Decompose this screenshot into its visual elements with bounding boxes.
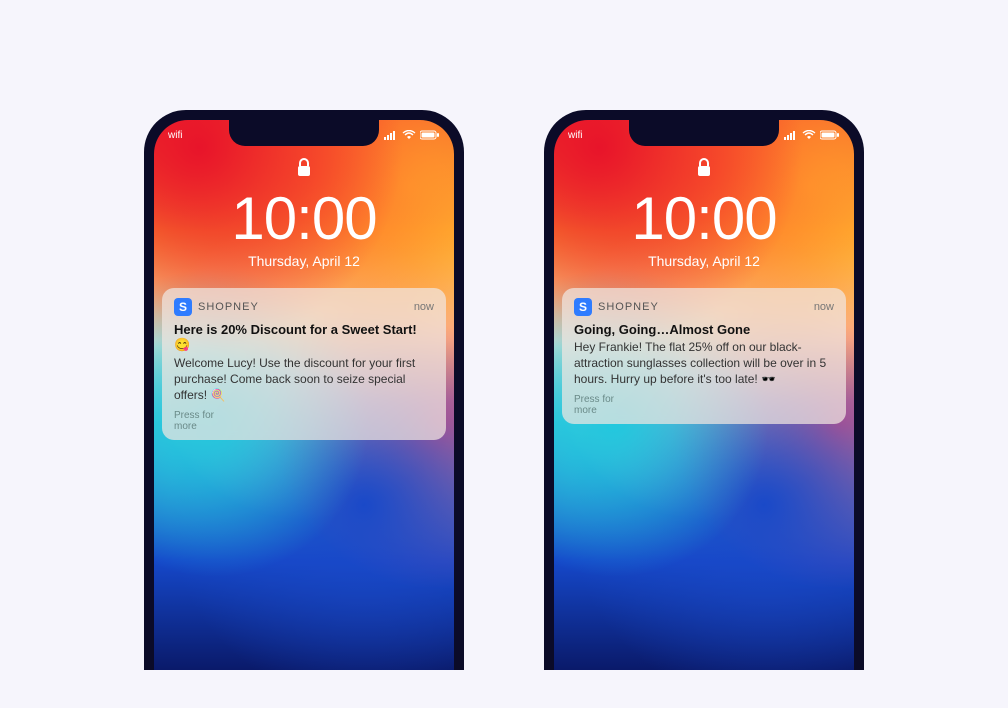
- carrier-label: wifi: [568, 130, 582, 141]
- app-name: SHOPNEY: [198, 301, 408, 313]
- wifi-icon: [802, 130, 816, 140]
- phone-notch: [229, 120, 379, 146]
- app-icon: S: [574, 298, 592, 316]
- press-for-more[interactable]: Press for more: [174, 410, 224, 432]
- app-icon: S: [174, 298, 192, 316]
- notification-title: Here is 20% Discount for a Sweet Start! …: [174, 322, 434, 353]
- lockscreen-date: Thursday, April 12: [648, 253, 760, 269]
- lockscreen: 10:00 Thursday, April 12: [154, 158, 454, 269]
- signal-icon: [384, 130, 398, 140]
- phone-screen: wifi 10:00 Thursda: [154, 120, 454, 670]
- phone-screen: wifi 10:00 Thursda: [554, 120, 854, 670]
- lockscreen-time: 10:00: [231, 189, 376, 249]
- lockscreen: 10:00 Thursday, April 12: [554, 158, 854, 269]
- status-icons: [784, 130, 840, 140]
- lockscreen-date: Thursday, April 12: [248, 253, 360, 269]
- notification-card[interactable]: S SHOPNEY now Going, Going…Almost Gone H…: [562, 288, 846, 424]
- app-name: SHOPNEY: [598, 301, 808, 313]
- battery-icon: [420, 130, 440, 140]
- notification-time: now: [814, 301, 834, 313]
- lockscreen-time: 10:00: [631, 189, 776, 249]
- phone-mockup: wifi 10:00 Thursda: [144, 110, 464, 670]
- status-icons: [384, 130, 440, 140]
- lock-icon: [296, 158, 312, 183]
- notification-header: S SHOPNEY now: [574, 298, 834, 316]
- phones-container: wifi 10:00 Thursda: [0, 0, 1008, 670]
- lock-icon: [696, 158, 712, 183]
- carrier-label: wifi: [168, 130, 182, 141]
- notification-title: Going, Going…Almost Gone: [574, 322, 834, 337]
- battery-icon: [820, 130, 840, 140]
- notification-card[interactable]: S SHOPNEY now Here is 20% Discount for a…: [162, 288, 446, 440]
- phone-mockup: wifi 10:00 Thursda: [544, 110, 864, 670]
- wifi-icon: [402, 130, 416, 140]
- phone-notch: [629, 120, 779, 146]
- notification-time: now: [414, 301, 434, 313]
- notification-body: Welcome Lucy! Use the discount for your …: [174, 355, 434, 404]
- signal-icon: [784, 130, 798, 140]
- notification-header: S SHOPNEY now: [174, 298, 434, 316]
- notification-body: Hey Frankie! The flat 25% off on our bla…: [574, 339, 834, 388]
- press-for-more[interactable]: Press for more: [574, 394, 624, 416]
